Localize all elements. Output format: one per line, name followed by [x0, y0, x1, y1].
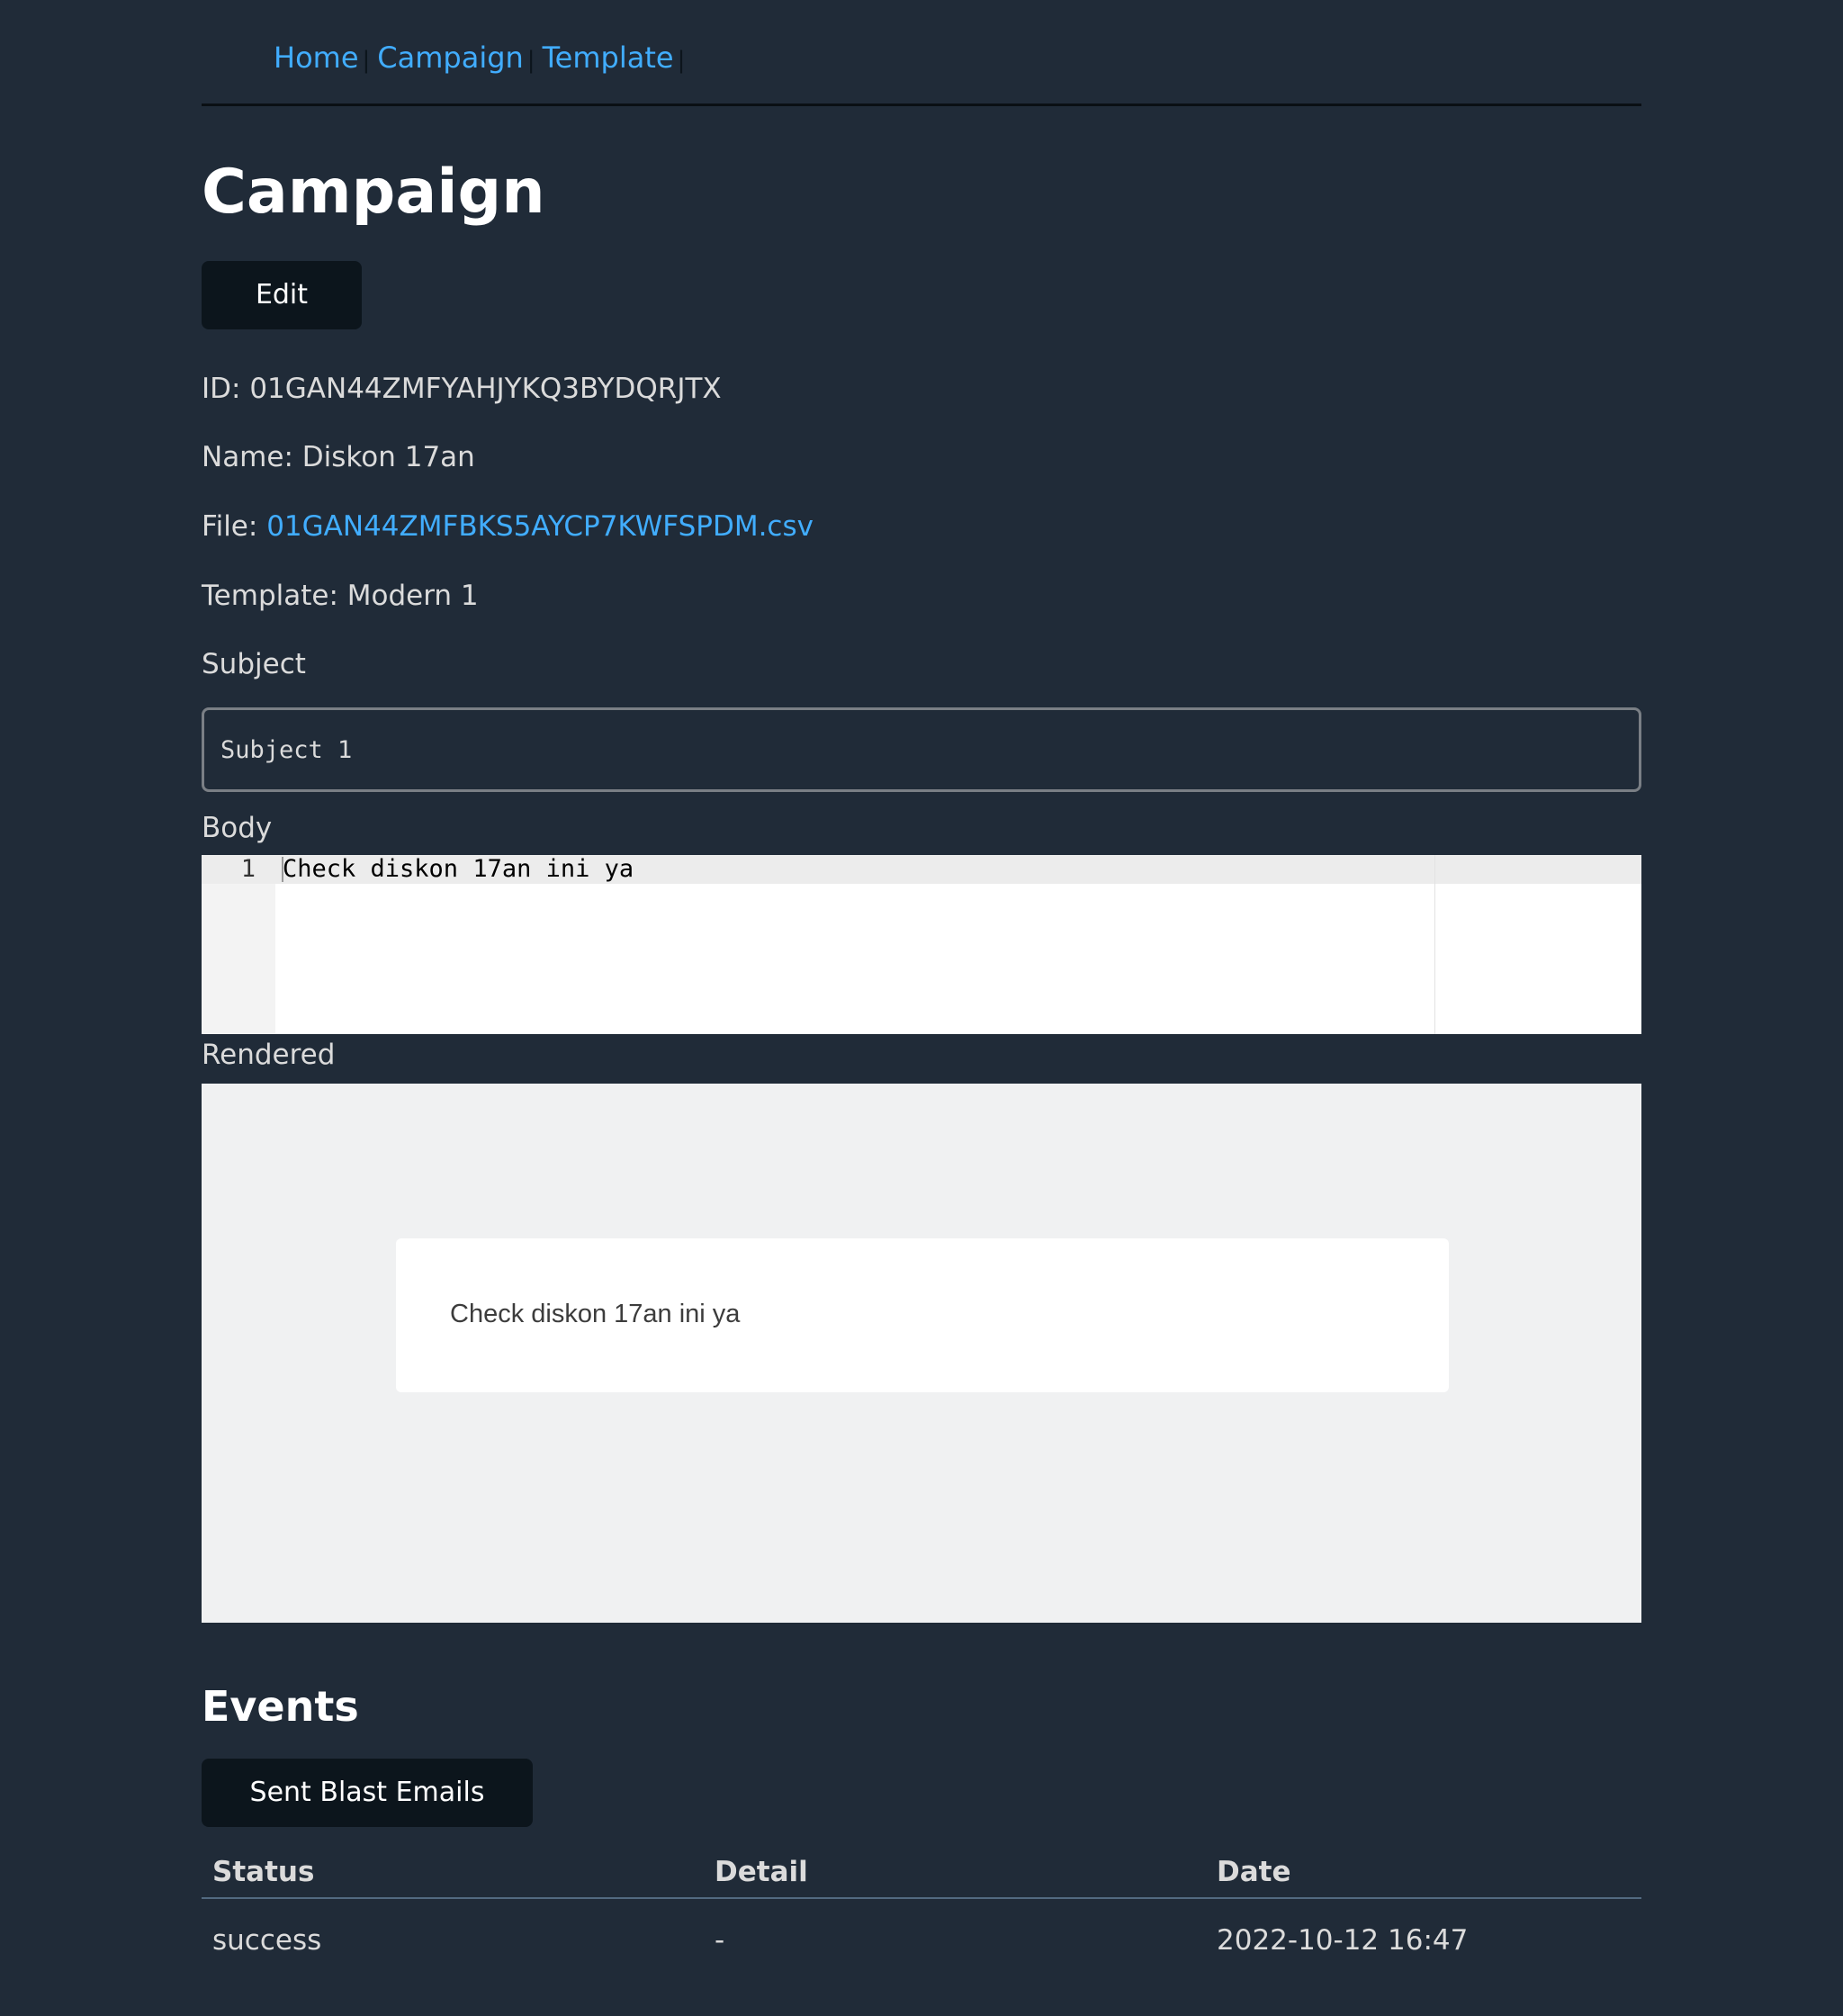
body-code-editor[interactable]: 1 Check diskon 17an ini ya — [202, 855, 1641, 1034]
id-value: 01GAN44ZMFYAHJYKQ3BYDQRJTX — [249, 373, 722, 405]
template-value: Modern 1 — [346, 580, 479, 612]
editor-cursor — [282, 857, 283, 882]
file-label: File: — [202, 510, 258, 543]
editor-code-line[interactable]: Check diskon 17an ini ya — [283, 855, 634, 884]
page-title: Campaign — [202, 157, 545, 228]
rendered-label: Rendered — [202, 1039, 336, 1071]
send-blast-emails-button[interactable]: Sent Blast Emails — [202, 1759, 533, 1827]
events-heading: Events — [202, 1682, 359, 1731]
top-nav: Home | Campaign | Template | — [274, 36, 692, 82]
campaign-template: Template: Modern 1 — [202, 576, 479, 616]
subject-input[interactable] — [202, 707, 1641, 792]
edit-button[interactable]: Edit — [202, 261, 362, 329]
cell-date: 2022-10-12 16:47 — [1217, 1924, 1469, 1957]
nav-link-campaign[interactable]: Campaign — [377, 40, 524, 75]
rendered-email-text: Check diskon 17an ini ya — [450, 1300, 741, 1328]
editor-print-margin — [1434, 855, 1435, 1034]
name-value: Diskon 17an — [301, 441, 475, 473]
page: Home | Campaign | Template | Campaign Edit ID… — [0, 0, 1843, 2016]
rendered-preview: Check diskon 17an ini ya — [202, 1084, 1641, 1623]
table-header-row: Status Detail Date — [202, 1847, 1641, 1899]
subject-label: Subject — [202, 648, 306, 680]
editor-line-number: 1 — [240, 855, 256, 883]
file-link[interactable]: 01GAN44ZMFBKS5AYCP7KWFSPDM.csv — [266, 510, 814, 543]
template-label: Template: — [202, 580, 338, 612]
column-header-date: Date — [1206, 1847, 1641, 1899]
events-table: Status Detail Date success - 2022-10-12 … — [202, 1847, 1641, 1982]
cell-status: success — [212, 1924, 322, 1957]
body-label: Body — [202, 812, 273, 844]
id-label: ID: — [202, 373, 241, 405]
nav-link-home[interactable]: Home — [274, 40, 359, 75]
nav-separator: | — [526, 47, 535, 74]
campaign-file: File: 01GAN44ZMFBKS5AYCP7KWFSPDM.csv — [202, 507, 814, 546]
name-label: Name: — [202, 441, 293, 473]
table-row: success - 2022-10-12 16:47 — [202, 1898, 1641, 1982]
campaign-id: ID: 01GAN44ZMFYAHJYKQ3BYDQRJTX — [202, 369, 722, 409]
campaign-name: Name: Diskon 17an — [202, 437, 475, 477]
column-header-detail: Detail — [704, 1847, 1206, 1899]
nav-separator: | — [362, 47, 371, 74]
nav-divider — [202, 104, 1641, 106]
nav-link-template[interactable]: Template — [543, 40, 674, 75]
rendered-email-card: Check diskon 17an ini ya — [396, 1238, 1449, 1392]
column-header-status: Status — [202, 1847, 704, 1899]
cell-detail: - — [715, 1924, 725, 1957]
nav-separator: | — [677, 47, 686, 74]
